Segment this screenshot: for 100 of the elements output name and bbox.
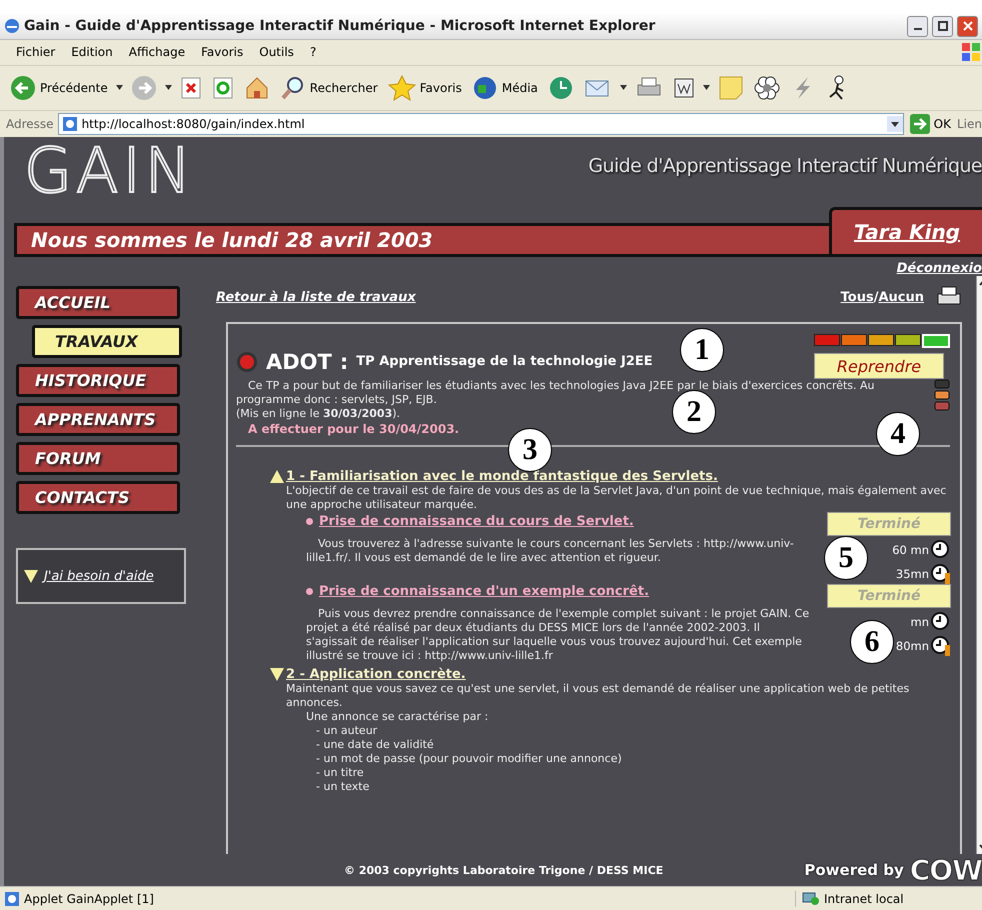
section-text: - un auteur <box>316 724 378 738</box>
refresh-icon <box>212 76 234 100</box>
caret-icon <box>702 85 710 90</box>
window-title: Gain - Guide d'Apprentissage Interactif Numérique - Microsoft Internet Explorer <box>24 18 656 34</box>
planned-time: mn <box>910 615 929 630</box>
triangle-up-icon <box>270 470 284 484</box>
step-text: Vous trouverez à l'adresse suivante le cours concernant les Servlets : http://www.univ-lille1.fr/. Il vous est demandé de le lire avec attention et rigueur. <box>306 537 795 566</box>
page-icon <box>62 116 78 132</box>
priority-bars-icon <box>934 379 950 412</box>
address-field[interactable]: http://localhost:8080/gain/index.html <box>58 113 904 135</box>
menu-item[interactable]: Favoris <box>195 43 250 62</box>
nav-button[interactable]: TRAVAUX <box>32 325 182 358</box>
planned-time: 60 mn <box>892 543 929 558</box>
stop-icon <box>180 76 202 100</box>
colon-text: : <box>340 350 348 374</box>
flower-icon <box>754 74 780 101</box>
user-name-tab[interactable]: Tara King <box>829 207 982 258</box>
caret-icon <box>620 85 627 90</box>
none-link[interactable]: Aucun <box>878 290 924 305</box>
arrow-right-icon <box>910 114 930 134</box>
all-link[interactable]: Tous <box>840 290 874 305</box>
clock-icon <box>931 612 951 632</box>
close-icon <box>962 21 972 32</box>
clock-icon <box>931 540 951 560</box>
menu-item[interactable]: Edition <box>65 43 119 62</box>
due-date: A effectuer pour le 30/04/2003. <box>248 421 460 438</box>
document-w-icon <box>672 76 695 99</box>
cow-logo: COW <box>910 854 982 887</box>
caret-icon <box>116 85 123 90</box>
search-icon <box>280 74 306 101</box>
address-label: Adresse <box>6 117 54 131</box>
number-callout: 4 <box>876 412 920 456</box>
step-text: Puis vous devrez prendre connaissance de l'exemple complet suivant : le projet GAIN. Ce projet a été réalisé par deux étudiants du DESS MICE lors de l'année 2002-2003. Il s'agissait de réaliser l'application sur laquelle vous vous trouvez aujourd'hui. Cet exemple illustré se trouve ici : http://www.univ-lille1.fr <box>306 607 810 664</box>
number-callout: 1 <box>680 328 724 372</box>
section-title-link[interactable]: 2 - Application concrète. <box>286 667 466 682</box>
nav-button[interactable]: ACCUEIL <box>16 286 180 320</box>
flower-button[interactable] <box>752 74 782 101</box>
maximize-button[interactable] <box>932 16 953 37</box>
section-text: Maintenant que vous savez ce qu'est une servlet, il vous est demandé de réaliser une application web de petites annonces. <box>286 682 910 710</box>
spent-time: 80mn <box>896 639 929 654</box>
triangle-down-icon <box>270 668 284 682</box>
go-button[interactable]: OK <box>908 114 953 134</box>
clock-with-figure-icon <box>931 564 951 584</box>
nav-button[interactable]: APPRENANTS <box>16 403 180 436</box>
computer-globe-icon <box>802 890 820 907</box>
minimize-button[interactable] <box>907 16 928 37</box>
triangle-down-icon <box>24 570 38 583</box>
caret-icon <box>164 85 172 90</box>
maximize-icon <box>938 21 948 32</box>
spent-time: 35mn <box>896 567 929 582</box>
powered-by-text: Powered by <box>804 861 904 880</box>
sticky-note-icon <box>718 74 744 101</box>
logout-link[interactable]: Déconnexio <box>896 261 982 276</box>
status-dot-icon <box>236 350 258 373</box>
nav-button[interactable]: CONTACTS <box>16 481 180 514</box>
section-text: - un titre <box>316 766 365 780</box>
back-to-list-link[interactable]: Retour à la liste de travaux <box>216 290 416 305</box>
page-icon <box>4 890 20 907</box>
favorites-button[interactable]: Favoris <box>386 74 464 101</box>
copyright-text: © 2003 copyrights Laboratoire Trigone / DESS MICE <box>344 864 664 877</box>
date-banner: Nous sommes le lundi 28 avril 2003 <box>14 223 829 258</box>
menu-item[interactable]: Outils <box>253 43 300 62</box>
section-text: Une annonce se caractérise par : <box>306 710 490 724</box>
search-button[interactable]: Rechercher <box>278 74 380 101</box>
close-button[interactable] <box>957 16 978 37</box>
resume-button[interactable]: Reprendre <box>814 353 944 380</box>
task-code: ADOT <box>266 350 332 374</box>
house-icon <box>244 74 270 101</box>
task-title: TP Apprentissage de la technologie J2EE <box>356 354 653 370</box>
section-text: - une date de validité <box>316 738 435 752</box>
nav-button[interactable]: FORUM <box>16 442 180 476</box>
media-icon <box>472 74 498 101</box>
section-text: L'objectif de ce travail est de faire de vous des as de la Servlet Java, d'un point de vue technique, mais également avec une approche utilisateur marquée. <box>286 484 948 512</box>
status-text: Applet GainApplet [1] <box>24 892 154 906</box>
site-logo: GAIN <box>24 137 196 206</box>
menu-item[interactable]: Fichier <box>10 43 62 62</box>
help-link[interactable]: J'ai besoin d'aide <box>44 568 154 584</box>
section-text: - un mot de passe (pour pouvoir modifier une annonce) <box>316 752 623 766</box>
nav-button[interactable]: HISTORIQUE <box>16 364 180 398</box>
back-button[interactable]: Précédente <box>8 74 110 101</box>
windows-flag-icon <box>960 41 982 64</box>
menu-item[interactable]: Affichage <box>122 43 192 62</box>
number-callout: 6 <box>850 620 894 664</box>
star-icon <box>388 74 416 101</box>
publish-date: (Mis en ligne le 30/03/2003). <box>236 407 400 422</box>
section-text: - un texte <box>316 780 370 794</box>
site-tagline: Guide d'Apprentissage Interactif Numérique <box>588 155 982 178</box>
dropdown-caret-icon[interactable] <box>886 116 903 132</box>
zone-text: Intranet local <box>824 892 904 906</box>
url-text: http://localhost:8080/gain/index.html <box>82 117 305 131</box>
history-icon <box>548 74 574 101</box>
bullet-icon <box>306 518 313 526</box>
links-label[interactable]: Lien <box>956 117 982 131</box>
separator-text: / <box>874 290 878 305</box>
browser-logo-icon <box>4 18 20 34</box>
clock-with-figure-icon <box>931 636 951 656</box>
menu-item[interactable]: ? <box>304 43 322 62</box>
media-button[interactable]: Média <box>470 74 540 101</box>
bullet-icon <box>306 588 313 596</box>
number-callout: 5 <box>824 536 868 580</box>
